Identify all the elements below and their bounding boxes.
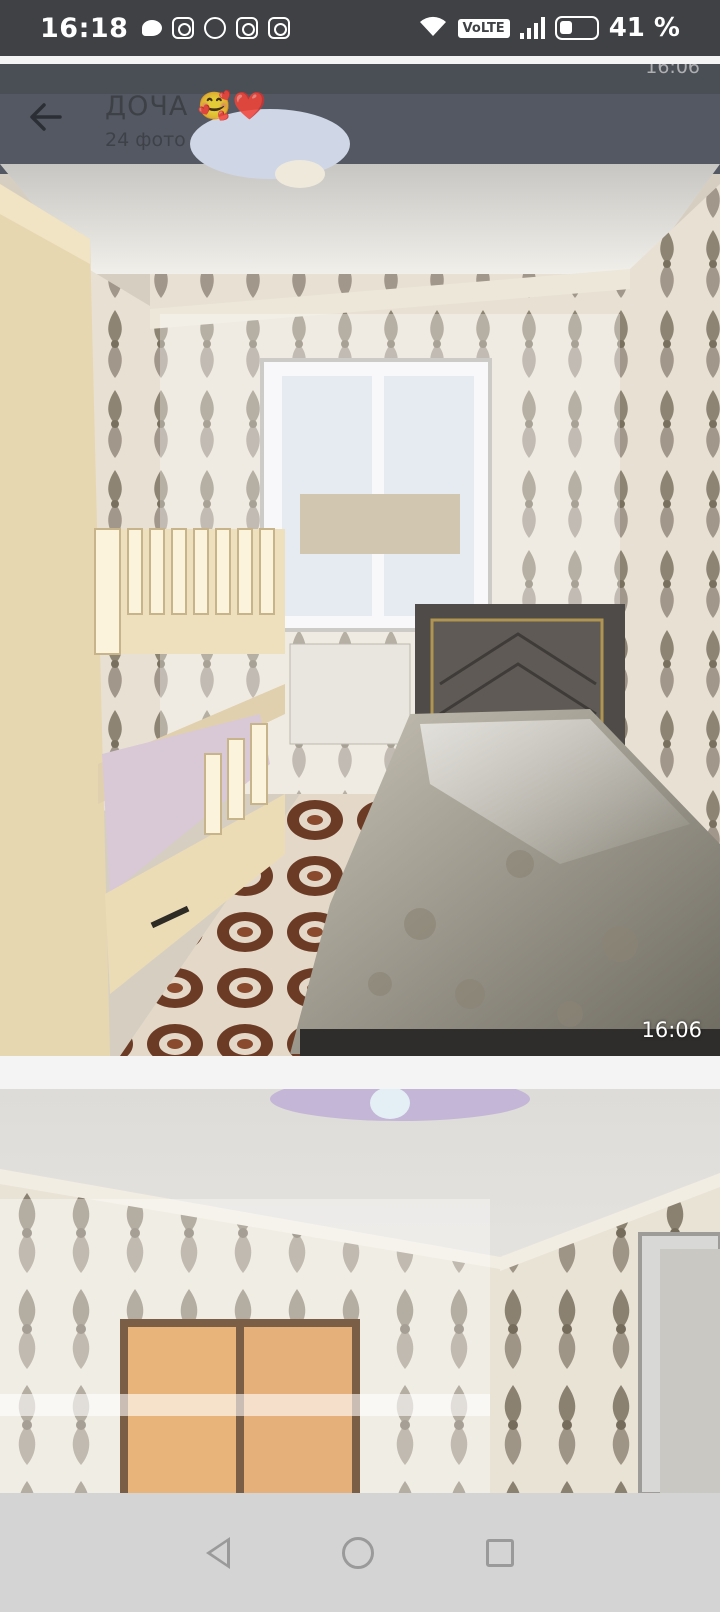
instagram-icon (236, 17, 259, 39)
nav-home-icon[interactable] (342, 1536, 374, 1569)
wifi-icon (418, 14, 448, 43)
photo-image (0, 1089, 720, 1493)
photo-viewer-screen: 16:18 VoLTE 41 % 16:06 16:06 ДОЧА 🥰❤️ 24… (0, 0, 720, 1612)
nav-back-icon[interactable] (206, 1536, 230, 1569)
instagram-icon (172, 17, 195, 39)
album-title: ДОЧА 🥰❤️ (105, 91, 268, 122)
photo-bedroom-bunk[interactable]: 16:06 16:06 (0, 64, 720, 1056)
photo-image (0, 64, 720, 1056)
album-toolbar: ДОЧА 🥰❤️ 24 фото (0, 91, 720, 170)
status-bar: 16:18 VoLTE 41 % (0, 0, 720, 56)
status-indicators: VoLTE 41 % (418, 13, 680, 43)
instagram-icon (268, 17, 291, 39)
photo-bedroom-window[interactable] (0, 1089, 720, 1493)
whatsapp-icon (204, 17, 227, 39)
album-photo-count: 24 фото (105, 129, 186, 151)
notification-icons (142, 17, 291, 39)
battery-percent: 41 % (608, 13, 680, 43)
photo-timestamp-top: 16:06 (645, 64, 700, 78)
chat-bubble-icon (142, 20, 163, 36)
volte-badge: VoLTE (457, 18, 510, 38)
photo-timestamp: 16:06 (641, 1018, 702, 1042)
signal-icon (519, 17, 545, 39)
status-time: 16:18 (40, 12, 129, 44)
back-arrow-icon[interactable] (28, 99, 68, 139)
battery-icon (554, 16, 599, 40)
nav-recents-icon[interactable] (486, 1538, 514, 1567)
system-nav-bar (0, 1493, 720, 1612)
